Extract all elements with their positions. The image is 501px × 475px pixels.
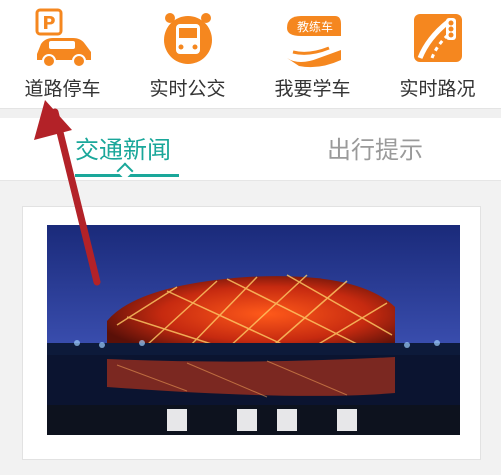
news-tabs: 交通新闻 出行提示: [0, 118, 501, 181]
parking-car-icon: P: [33, 8, 93, 68]
quick-item-realtime-bus[interactable]: 实时公交: [125, 0, 250, 108]
parking-badge-text: P: [42, 13, 55, 34]
news-list: [0, 181, 501, 475]
quick-item-label: 实时路况: [399, 78, 476, 100]
quick-item-traffic-status[interactable]: 实时路况: [375, 0, 500, 108]
bus-icon: [158, 8, 218, 68]
news-image[interactable]: [47, 225, 460, 435]
tab-travel-tips[interactable]: 出行提示: [327, 130, 423, 165]
quick-item-label: 实时公交: [149, 78, 226, 100]
quick-menu: P 道路停车 实时公交 教练车 我要学车 实时路况: [0, 0, 501, 108]
quick-item-label: 道路停车: [24, 78, 101, 100]
quick-item-learn-driving[interactable]: 教练车 我要学车: [250, 0, 375, 108]
driving-school-car-icon: 教练车: [283, 8, 343, 68]
quick-item-label: 我要学车: [274, 78, 351, 100]
driving-school-badge-text: 教练车: [297, 19, 333, 34]
traffic-road-icon: [408, 8, 468, 68]
quick-item-road-parking[interactable]: P 道路停车: [0, 0, 125, 108]
news-card[interactable]: [22, 206, 481, 460]
tab-traffic-news[interactable]: 交通新闻: [75, 130, 171, 165]
